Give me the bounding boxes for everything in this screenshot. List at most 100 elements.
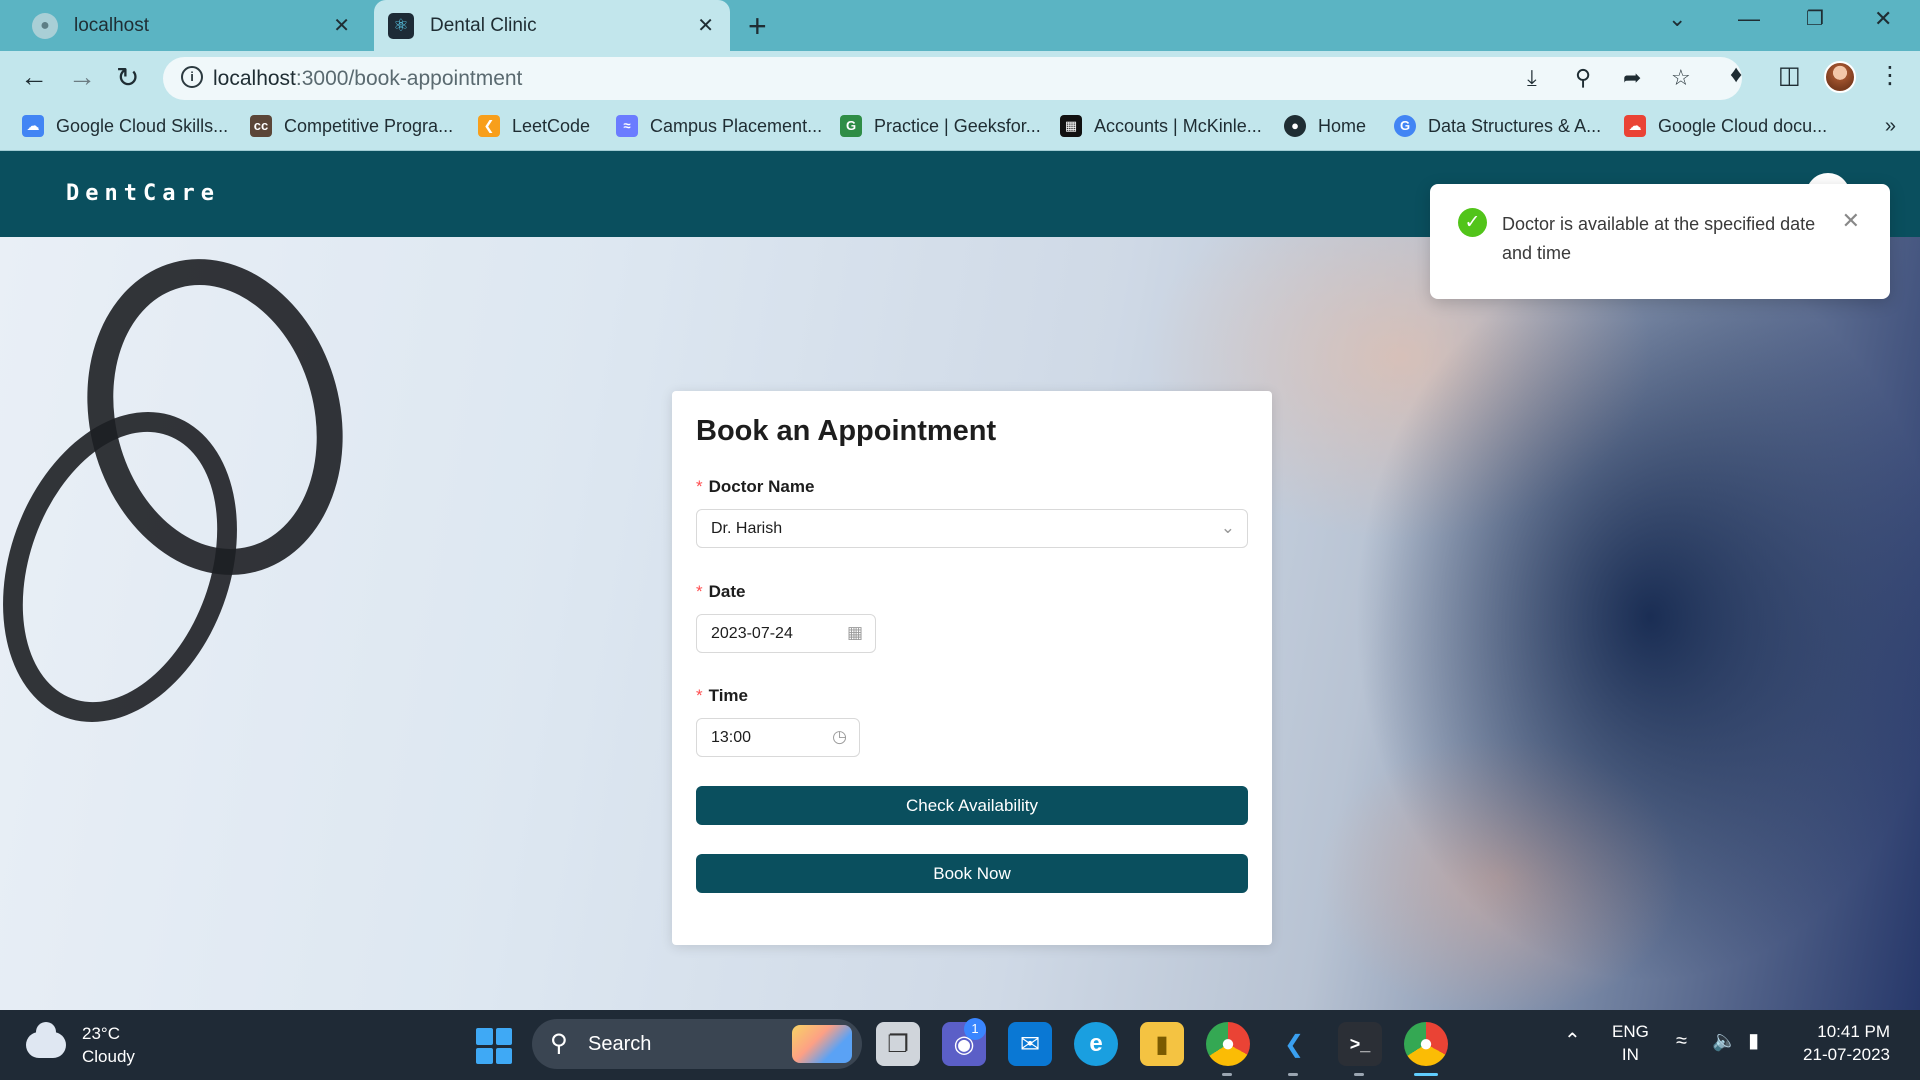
system-clock[interactable]: 10:41 PM 21-07-2023 <box>1803 1020 1890 1066</box>
bookmark-label: Google Cloud docu... <box>1658 115 1828 136</box>
language-code: ENG <box>1612 1022 1649 1041</box>
minimize-button[interactable]: — <box>1738 6 1760 32</box>
running-indicator <box>1288 1073 1298 1076</box>
site-info-icon[interactable]: i <box>181 66 203 88</box>
book-now-button[interactable]: Book Now <box>696 854 1248 893</box>
clock-time: 10:41 PM <box>1817 1022 1890 1041</box>
weather-temperature: 23°C <box>82 1024 120 1043</box>
chrome-profile-icon[interactable]: ● <box>1404 1022 1448 1066</box>
cc-icon: cc <box>250 115 272 137</box>
check-circle-icon: ✓ <box>1458 208 1487 237</box>
bookmark-home[interactable]: ● Home <box>1284 115 1366 137</box>
new-tab-button[interactable]: + <box>748 8 767 45</box>
time-label: * Time <box>696 686 748 706</box>
profile-avatar[interactable] <box>1824 61 1856 93</box>
bookmark-star-icon[interactable]: ☆ <box>1671 65 1691 91</box>
windows-taskbar: 23°C Cloudy ⚲ Search ❐ ◉ 1 ✉ e ▮ ● ❮ >_ … <box>0 1010 1920 1080</box>
required-asterisk: * <box>696 686 703 705</box>
bookmark-label: Practice | Geeksfor... <box>874 115 1041 136</box>
tab-title: Dental Clinic <box>430 14 537 36</box>
more-bookmarks-icon[interactable]: » <box>1885 115 1896 138</box>
campus-icon: ≈ <box>616 115 638 137</box>
bookmark-competitive-programming[interactable]: cc Competitive Progra... <box>250 115 453 137</box>
required-asterisk: * <box>696 477 703 496</box>
date-picker-input[interactable]: 2023-07-24 ▦ <box>696 614 876 653</box>
google-cloud-icon: ☁ <box>22 115 44 137</box>
bookmark-label: Google Cloud Skills... <box>56 115 229 136</box>
url-host: localhost <box>213 67 296 90</box>
share-icon[interactable]: ➦ <box>1623 65 1641 91</box>
doctor-name-label-text: Doctor Name <box>708 477 815 496</box>
chevron-down-icon: ⌄ <box>1220 518 1235 537</box>
address-bar[interactable]: i localhost:3000/book-appointment ⤓ ⚲ ➦ … <box>163 57 1742 100</box>
menu-kebab-icon[interactable]: ⋮ <box>1878 61 1902 90</box>
required-asterisk: * <box>696 582 703 601</box>
bookmark-data-structures[interactable]: G Data Structures & A... <box>1394 115 1601 137</box>
clock-icon: ◷ <box>832 727 847 746</box>
chrome-icon[interactable]: ● <box>1206 1022 1250 1066</box>
language-indicator[interactable]: ENG IN <box>1612 1020 1649 1066</box>
bookmark-label: LeetCode <box>512 115 591 136</box>
bookmark-google-cloud-skills[interactable]: ☁ Google Cloud Skills... <box>22 115 228 137</box>
weather-description: Cloudy <box>82 1047 135 1066</box>
bookmark-label: Data Structures & A... <box>1428 115 1602 136</box>
doctor-name-label: * Doctor Name <box>696 477 814 497</box>
forward-button[interactable]: → <box>68 61 96 93</box>
tab-localhost[interactable]: ● localhost ✕ <box>12 0 366 51</box>
google-icon: G <box>1394 115 1416 137</box>
bookmark-label: Campus Placement... <box>650 115 823 136</box>
side-panel-icon[interactable]: ◫ <box>1778 61 1801 90</box>
start-button[interactable] <box>476 1028 512 1064</box>
tab-dental-clinic[interactable]: ⚛ Dental Clinic ✕ <box>374 0 730 51</box>
clock-date: 21-07-2023 <box>1803 1045 1890 1064</box>
time-picker-input[interactable]: 13:00 ◷ <box>696 718 860 757</box>
close-tab-icon[interactable]: ✕ <box>333 13 350 38</box>
taskbar-search[interactable]: ⚲ Search <box>532 1019 862 1069</box>
region-code: IN <box>1621 1045 1639 1064</box>
bookmark-geeksforgeeks[interactable]: G Practice | Geeksfor... <box>840 115 1041 137</box>
vscode-icon[interactable]: ❮ <box>1272 1022 1316 1066</box>
weather-widget[interactable]: 23°C Cloudy <box>26 1022 135 1068</box>
browser-toolbar: ← → ↻ i localhost:3000/book-appointment … <box>0 51 1920 105</box>
back-button[interactable]: ← <box>20 61 48 93</box>
close-window-button[interactable]: ✕ <box>1874 6 1892 32</box>
calendar-icon: ▦ <box>846 623 863 642</box>
tab-search-icon[interactable]: ⌄ <box>1668 6 1686 32</box>
chevron-up-icon[interactable]: ⌃ <box>1564 1030 1581 1053</box>
mail-icon[interactable]: ✉ <box>1008 1022 1052 1066</box>
zoom-out-icon[interactable]: ⚲ <box>1575 65 1591 91</box>
running-indicator <box>1354 1073 1364 1076</box>
success-notification: ✓ Doctor is available at the specified d… <box>1430 184 1890 299</box>
date-label-text: Date <box>708 582 746 601</box>
date-value: 2023-07-24 <box>711 625 793 642</box>
extensions-icon[interactable]: ♦ <box>1730 61 1742 89</box>
close-tab-icon[interactable]: ✕ <box>697 13 714 38</box>
date-label: * Date <box>696 582 745 602</box>
brand-logo[interactable]: DentCare <box>66 181 220 206</box>
bookmark-leetcode[interactable]: ❮ LeetCode <box>478 115 590 137</box>
bookmark-mckinley[interactable]: ▦ Accounts | McKinle... <box>1060 115 1262 137</box>
mckinley-icon: ▦ <box>1060 115 1082 137</box>
wifi-icon[interactable]: ≈ <box>1676 1030 1687 1053</box>
file-explorer-icon[interactable]: ▮ <box>1140 1022 1184 1066</box>
browser-tab-bar: ● localhost ✕ ⚛ Dental Clinic ✕ + ⌄ — ❐ … <box>0 0 1920 51</box>
restore-button[interactable]: ❐ <box>1806 6 1824 31</box>
bookmark-label: Home <box>1318 115 1367 136</box>
battery-icon[interactable]: ▮ <box>1748 1030 1759 1053</box>
doctor-name-value: Dr. Harish <box>711 520 783 537</box>
task-view-icon[interactable]: ❐ <box>876 1022 920 1066</box>
edge-icon[interactable]: e <box>1074 1022 1118 1066</box>
install-icon[interactable]: ⤓ <box>1527 65 1537 91</box>
doctor-name-select[interactable]: Dr. Harish ⌄ <box>696 509 1248 548</box>
notification-badge: 1 <box>964 1018 986 1040</box>
volume-icon[interactable]: 🔈 <box>1712 1030 1737 1053</box>
appointment-form-card: Book an Appointment * Doctor Name Dr. Har… <box>672 391 1272 945</box>
search-highlight-image <box>792 1025 852 1063</box>
bookmark-google-cloud-docs[interactable]: ☁ Google Cloud docu... <box>1624 115 1827 137</box>
bookmark-campus-placement[interactable]: ≈ Campus Placement... <box>616 115 822 137</box>
leetcode-icon: ❮ <box>478 115 500 137</box>
close-notification-button[interactable]: ✕ <box>1842 208 1860 234</box>
terminal-icon[interactable]: >_ <box>1338 1022 1382 1066</box>
check-availability-button[interactable]: Check Availability <box>696 786 1248 825</box>
reload-button[interactable]: ↻ <box>116 61 139 94</box>
